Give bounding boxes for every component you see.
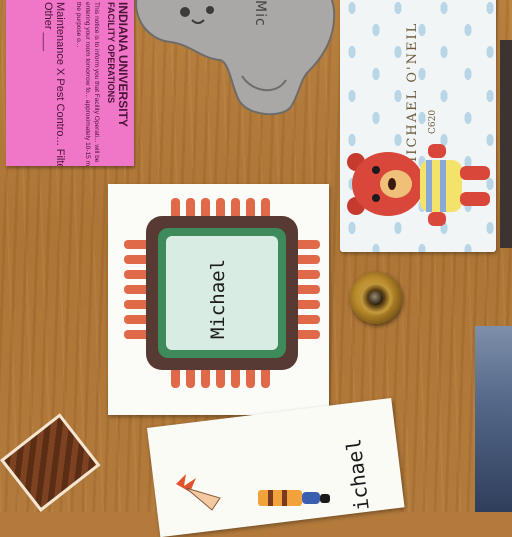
notice-body: This notice is to inform you that Facili… — [75, 2, 100, 166]
notice-subtitle: FACILITY OPERATIONS — [106, 2, 116, 104]
blue-photo-edge — [475, 326, 512, 512]
elephant-label: Mic — [252, 0, 268, 27]
door-peephole — [350, 272, 402, 324]
cartoon-character-illustration — [176, 474, 330, 511]
notice-title: INDIANA UNIVERSITY — [116, 2, 130, 127]
villager-card-code: C620 — [428, 109, 438, 134]
bear-villager-illustration — [347, 144, 490, 226]
dark-poster-edge — [500, 40, 512, 248]
chip-name: Michael — [207, 258, 229, 340]
facility-notice: INDIANA UNIVERSITY FACILITY OPERATIONS T… — [6, 0, 134, 166]
elephant-cutout — [135, 0, 336, 116]
notice-checkboxes: Maintenance X Pest Contro... Filter X Ot… — [41, 2, 66, 166]
